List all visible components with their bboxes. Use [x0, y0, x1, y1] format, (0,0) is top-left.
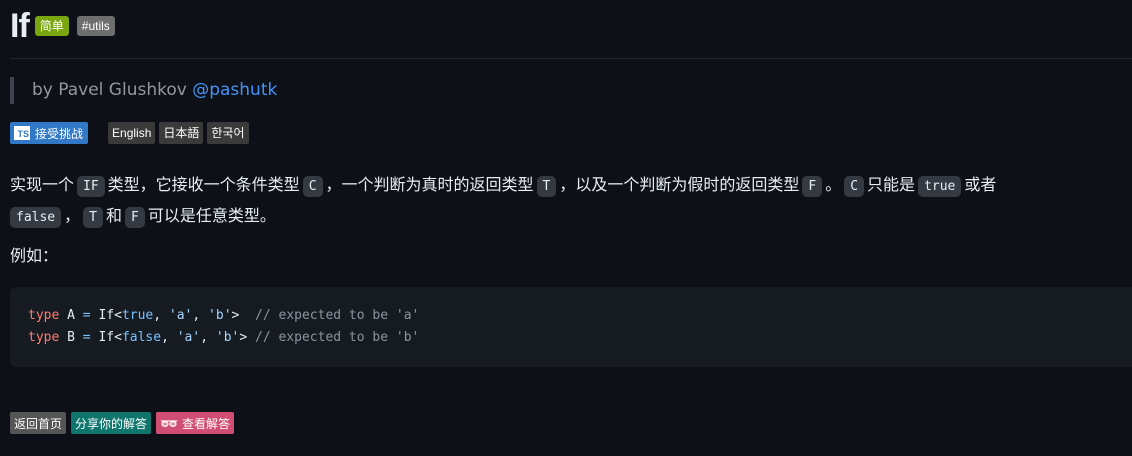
challenge-page: If 简单 #utils by Pavel Glushkov @pashutk … — [0, 0, 1132, 456]
inline-code: IF — [77, 176, 105, 197]
code-line: type B = If<false, 'a', 'b'> // expected… — [28, 330, 419, 345]
code-string: 'a' — [176, 330, 201, 345]
inline-code: F — [125, 207, 145, 228]
share-solution-button[interactable]: 分享你的解答 — [71, 412, 152, 434]
desc-text: 类型，它接收一个条件类型 — [107, 175, 300, 194]
code-text: A — [59, 308, 83, 323]
tag-badge[interactable]: #utils — [76, 16, 115, 36]
inline-code: T — [83, 207, 103, 228]
code-string: 'b' — [215, 330, 240, 345]
code-operator: = — [82, 330, 91, 345]
title-divider — [10, 58, 1132, 59]
view-answers-button[interactable]: 查看解答 — [156, 412, 235, 434]
byline-text: by Pavel Glushkov — [32, 80, 187, 100]
desc-text: 可以是任意类型。 — [147, 206, 276, 225]
code-comment: // expected to be 'b' — [255, 330, 420, 345]
action-badges: TS 接受挑战 English 日本語 한국어 — [10, 122, 253, 144]
author-link[interactable]: @pashutk — [192, 80, 277, 100]
inline-code: C — [844, 176, 865, 197]
code-boolean: false — [121, 330, 162, 345]
challenge-description: 实现一个 IF 类型，它接收一个条件类型 C ，一个判断为真时的返回类型 T ，以及一个判断… — [10, 170, 1124, 232]
code-keyword: type — [28, 330, 60, 345]
code-boolean: true — [121, 308, 154, 323]
accept-challenge-label: 接受挑战 — [35, 126, 84, 141]
glasses-icon — [161, 420, 178, 427]
title-row: If 简单 #utils — [10, 6, 123, 46]
inline-code: true — [918, 176, 962, 197]
language-english-link[interactable]: English — [108, 122, 156, 144]
code-text: B — [59, 330, 83, 345]
footer-actions: 返回首页 分享你的解答 查看解答 — [10, 412, 239, 434]
code-line: type A = If<true, 'a', 'b'> // expected … — [28, 308, 419, 323]
desc-text: 和 — [105, 206, 122, 225]
desc-text: ，以及一个判断为假时的返回类型 — [559, 175, 800, 194]
accept-challenge-button[interactable]: TS 接受挑战 — [10, 122, 89, 144]
code-text: , — [161, 330, 177, 345]
language-japanese-link[interactable]: 日本語 — [159, 122, 204, 144]
desc-text: 只能是 — [867, 175, 916, 194]
code-text: > — [239, 330, 248, 345]
code-text: If< — [90, 330, 122, 345]
view-answers-label: 查看解答 — [182, 416, 231, 431]
code-text: If< — [90, 308, 122, 323]
inline-code: T — [536, 176, 557, 197]
code-keyword: type — [28, 308, 60, 323]
code-text: , — [153, 308, 169, 323]
desc-text: 。 — [825, 175, 842, 194]
desc-text: 或者 — [964, 175, 997, 194]
code-block[interactable]: type A = If<true, 'a', 'b'> // expected … — [10, 287, 1132, 367]
back-home-button[interactable]: 返回首页 — [10, 412, 67, 434]
code-string: 'a' — [168, 308, 193, 323]
inline-code: C — [302, 176, 323, 197]
desc-text: ，一个判断为真时的返回类型 — [325, 175, 534, 194]
inline-code: false — [10, 207, 62, 228]
code-operator: = — [82, 308, 91, 323]
difficulty-badge[interactable]: 简单 — [34, 16, 69, 36]
language-korean-link[interactable]: 한국어 — [207, 122, 249, 144]
desc-text: 实现一个 — [10, 175, 75, 194]
page-title: If — [10, 7, 30, 45]
desc-text: ， — [64, 206, 81, 225]
code-comment: // expected to be 'a' — [255, 308, 420, 323]
code-text: , — [200, 330, 216, 345]
code-string: 'b' — [208, 308, 232, 323]
code-text: , — [192, 308, 209, 323]
author-byline: by Pavel Glushkov @pashutk — [10, 77, 277, 104]
typescript-logo-icon: TS — [14, 126, 30, 140]
inline-code: F — [802, 176, 823, 197]
example-label: 例如： — [10, 246, 59, 265]
